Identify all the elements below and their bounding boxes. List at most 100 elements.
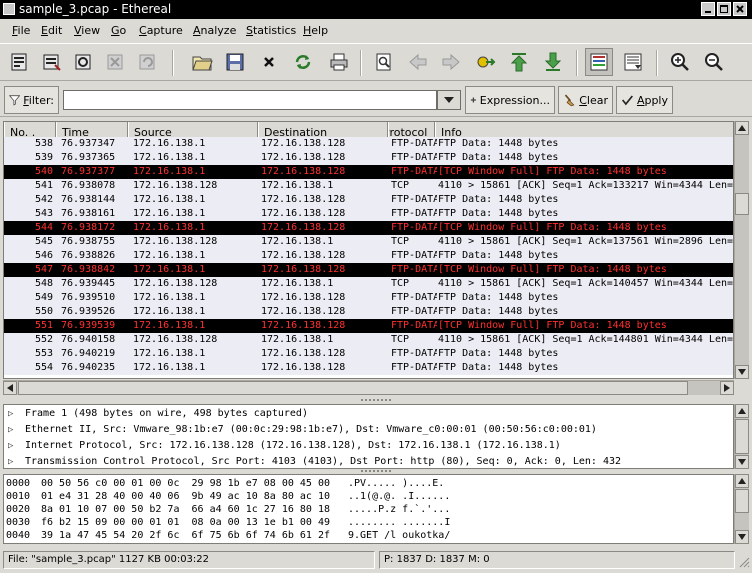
expression-button[interactable]: Expression... <box>465 86 555 114</box>
packet-cell-time: 76.940235 <box>61 362 116 373</box>
start-capture-button[interactable] <box>70 48 98 76</box>
packet-list-hscrollbar[interactable] <box>3 380 734 395</box>
scroll-right-arrow[interactable] <box>720 381 734 395</box>
packet-row[interactable]: 542 76.938144 172.16.138.1 172.16.138.128 FT… <box>4 193 733 207</box>
close-window-button[interactable] <box>733 2 747 16</box>
menu-help[interactable]: Help <box>303 24 328 37</box>
go-back-button[interactable] <box>404 48 432 76</box>
find-packet-icon <box>376 53 391 71</box>
minimize-button[interactable] <box>701 2 715 16</box>
scroll-left-arrow[interactable] <box>3 381 17 395</box>
expander-arrow-icon[interactable]: ▷ <box>8 406 13 422</box>
packet-row[interactable]: 538 76.937347 172.16.138.1 172.16.138.128 FT… <box>4 137 733 151</box>
save-file-button[interactable] <box>221 48 249 76</box>
detail-row-frame[interactable]: ▷ Frame 1 (498 bytes on wire, 498 bytes … <box>4 406 733 422</box>
packet-row[interactable]: 547 76.938842 172.16.138.1 172.16.138.128 FT… <box>4 263 733 277</box>
menu-statistics[interactable]: Statistics <box>246 24 296 37</box>
menu-file[interactable]: File <box>12 24 30 37</box>
menu-go[interactable]: Go <box>111 24 126 37</box>
clear-filter-button[interactable]: Clear <box>558 86 613 114</box>
maximize-button[interactable] <box>717 2 731 16</box>
apply-filter-button[interactable]: Apply <box>616 86 673 114</box>
packet-cell-src: 172.16.138.128 <box>133 334 218 345</box>
menu-view[interactable]: View <box>74 24 100 37</box>
bytes-row[interactable]: 0050 69 6e 64 65 78 2e 70 68 70 3f 73 74 … <box>4 542 733 543</box>
zoom-out-button[interactable] <box>700 48 728 76</box>
bytes-vscrollbar[interactable] <box>734 474 749 544</box>
print-button[interactable] <box>325 48 353 76</box>
stop-capture-button[interactable] <box>102 48 130 76</box>
packet-row[interactable]: 539 76.937365 172.16.138.1 172.16.138.128 FT… <box>4 151 733 165</box>
reload-button[interactable] <box>289 48 317 76</box>
details-vscrollbar[interactable] <box>734 404 749 469</box>
capture-options-button[interactable] <box>38 48 66 76</box>
packet-row[interactable]: 544 76.938172 172.16.138.1 172.16.138.128 FT… <box>4 221 733 235</box>
filter-history-dropdown[interactable] <box>437 90 461 110</box>
restart-capture-button[interactable] <box>134 48 162 76</box>
packet-row[interactable]: 545 76.938755 172.16.138.128 172.16.138.1 TC… <box>4 235 733 249</box>
close-file-button[interactable] <box>255 48 283 76</box>
zoom-in-button[interactable] <box>666 48 694 76</box>
packet-list-hscroll-thumb[interactable] <box>18 381 688 395</box>
packet-row[interactable]: 540 76.937377 172.16.138.1 172.16.138.128 FT… <box>4 165 733 179</box>
bytes-row[interactable]: 0030 f6 b2 15 09 00 00 01 01 08 0a 00 13 … <box>4 516 733 529</box>
scroll-down-arrow[interactable] <box>735 365 749 379</box>
expander-arrow-icon[interactable]: ▷ <box>8 422 13 438</box>
bytes-row[interactable]: 0020 8a 01 10 07 00 50 b2 7a 66 a4 60 1c … <box>4 503 733 516</box>
packet-list-scroll-thumb[interactable] <box>735 193 749 215</box>
packet-row[interactable]: 541 76.938078 172.16.138.128 172.16.138.1 TC… <box>4 179 733 193</box>
packet-list-vscrollbar[interactable] <box>734 121 749 379</box>
menu-edit[interactable]: Edit <box>41 24 62 37</box>
packet-row[interactable]: 553 76.940219 172.16.138.1 172.16.138.128 FT… <box>4 347 733 361</box>
packet-row[interactable]: 549 76.939510 172.16.138.1 172.16.138.128 FT… <box>4 291 733 305</box>
packet-cell-time: 76.938842 <box>61 264 116 275</box>
packet-cell-dst: 172.16.138.128 <box>261 166 346 177</box>
detail-text: Internet Protocol, Src: 172.16.138.128 (… <box>25 440 561 451</box>
packet-row[interactable]: 552 76.940158 172.16.138.128 172.16.138.1 TC… <box>4 333 733 347</box>
find-packet-button[interactable] <box>370 48 398 76</box>
bytes-row[interactable]: 0040 39 1a 47 45 54 20 2f 6c 6f 75 6b 6f … <box>4 529 733 542</box>
packet-row[interactable]: 550 76.939526 172.16.138.1 172.16.138.128 FT… <box>4 305 733 319</box>
detail-row-tcp[interactable]: ▷ Transmission Control Protocol, Src Por… <box>4 454 733 468</box>
bytes-scroll-thumb[interactable] <box>735 489 749 513</box>
menu-capture[interactable]: Capture <box>139 24 183 37</box>
scroll-up-arrow[interactable] <box>735 474 749 488</box>
details-scroll-thumb[interactable] <box>735 419 749 454</box>
go-forward-button[interactable] <box>437 48 465 76</box>
filter-button[interactable]: Filter: <box>4 86 59 114</box>
maximize-icon <box>720 5 728 13</box>
packet-cell-src: 172.16.138.1 <box>133 250 206 261</box>
packet-row[interactable]: 546 76.938826 172.16.138.1 172.16.138.128 FT… <box>4 249 733 263</box>
open-file-button[interactable] <box>188 48 216 76</box>
go-first-button[interactable] <box>505 48 533 76</box>
expander-arrow-icon[interactable]: ▷ <box>8 438 13 454</box>
detail-row-ethernet[interactable]: ▷ Ethernet II, Src: Vmware_98:1b:e7 (00:… <box>4 422 733 438</box>
scroll-up-arrow[interactable] <box>735 121 749 135</box>
display-filter-input[interactable] <box>63 90 437 110</box>
scroll-down-arrow[interactable] <box>735 530 749 544</box>
pane-resize-handle[interactable] <box>360 398 392 402</box>
resize-grip-icon[interactable] <box>738 556 750 568</box>
bytes-hex: 8a 01 10 07 00 50 b2 7a 66 a4 60 1c 27 1… <box>41 504 330 515</box>
colorize-button[interactable] <box>585 48 613 76</box>
app-icon[interactable] <box>3 3 15 15</box>
pane-resize-handle[interactable] <box>360 469 392 473</box>
scroll-down-arrow[interactable] <box>735 455 749 469</box>
go-last-button[interactable] <box>539 48 567 76</box>
auto-scroll-button[interactable] <box>619 48 647 76</box>
packet-row[interactable]: 551 76.939539 172.16.138.1 172.16.138.128 FT… <box>4 319 733 333</box>
detail-row-ip[interactable]: ▷ Internet Protocol, Src: 172.16.138.128… <box>4 438 733 454</box>
bytes-row[interactable]: 0010 01 e4 31 28 40 00 40 06 9b 49 ac 10 … <box>4 490 733 503</box>
expander-arrow-icon[interactable]: ▷ <box>8 454 13 468</box>
packet-cell-time: 76.937365 <box>61 152 116 163</box>
interfaces-button[interactable] <box>6 48 34 76</box>
go-to-packet-button[interactable] <box>471 48 499 76</box>
title-bar[interactable]: sample_3.pcap - Ethereal <box>0 0 752 19</box>
bytes-row[interactable]: 0000 00 50 56 c0 00 01 00 0c 29 98 1b e7 … <box>4 477 733 490</box>
menu-analyze[interactable]: Analyze <box>193 24 236 37</box>
packet-row[interactable]: 543 76.938161 172.16.138.1 172.16.138.128 FT… <box>4 207 733 221</box>
packet-cell-no: 548 <box>34 278 53 289</box>
packet-row[interactable]: 548 76.939445 172.16.138.128 172.16.138.1 TC… <box>4 277 733 291</box>
packet-row[interactable]: 554 76.940235 172.16.138.1 172.16.138.128 FT… <box>4 361 733 375</box>
scroll-up-arrow[interactable] <box>735 404 749 418</box>
